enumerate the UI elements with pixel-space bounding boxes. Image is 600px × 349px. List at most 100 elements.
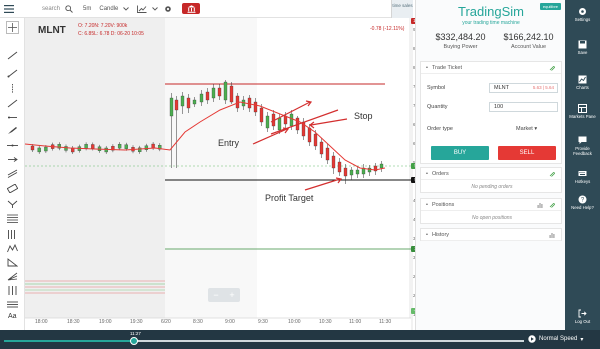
zoom-control: − + [208,288,240,302]
symbol-label: Symbol [427,85,446,91]
paperclip-icon[interactable] [549,171,555,177]
ruler-icon[interactable] [7,184,18,193]
gann-icon[interactable] [7,230,18,239]
order-type-select[interactable]: Market ▾ [516,126,537,132]
positions-section: • Positions No open positions [420,198,562,224]
nav-markets-pane[interactable]: Markets Pane [565,104,600,119]
pitchfork-icon[interactable] [7,200,18,209]
candle [367,165,372,176]
search-icon[interactable] [65,4,73,13]
history-section: • History [420,228,562,241]
time-tick-label: 8:30 [193,319,203,325]
time-tick-label: 19:00 [99,319,112,325]
nav-hotkeys-label: Hotkeys [574,179,591,184]
speed-control[interactable]: Normal Speed ▾ [528,335,583,343]
nav-log-out[interactable]: Log Out [565,309,600,324]
sell-button[interactable]: SELL [498,146,556,160]
bar-chart-icon[interactable] [549,232,555,238]
zoom-out-button[interactable]: − [213,290,218,300]
time-tick-label: 18:00 [35,319,48,325]
quantity-field[interactable]: 100 [489,102,558,112]
nav-hotkeys[interactable]: Hotkeys [565,169,600,184]
triangle-icon[interactable] [7,258,18,267]
history-title: History [431,231,450,238]
symbol-label: MLNT [38,25,66,36]
menu-icon[interactable] [4,4,14,13]
arrow-line-icon[interactable] [7,155,18,164]
fan-icon[interactable] [7,272,18,281]
time-tick-label: 19:30 [130,319,143,325]
help-icon: ? [578,195,587,204]
institution-button[interactable] [182,3,201,14]
paperclip-icon[interactable] [549,65,555,71]
paperclip-icon[interactable] [549,202,555,208]
trade-ticket-header[interactable]: • Trade Ticket [421,62,561,74]
time-tick-label: 9:00 [225,319,235,325]
text-tool[interactable]: Aa [8,313,19,322]
price-chart[interactable]: MLNT O: 7.20N: 7.20V: 900k C: 6.85L: 6.7… [25,18,426,330]
symbol-field[interactable]: MLNT 5.63 | 5.64 [489,83,558,93]
candle [343,164,348,184]
vertical-line-icon[interactable] [7,84,18,93]
nav-settings[interactable]: Settings [565,7,600,22]
feedback-icon [578,136,587,144]
buying-power-label: Buying Power [443,44,478,50]
chart-canvas[interactable] [25,18,413,330]
horizontal-ray-icon[interactable] [7,113,18,122]
orders-header[interactable]: • Orders [421,168,561,180]
time-tick-label: 9:30 [258,319,268,325]
brush-icon[interactable] [7,126,18,135]
positions-header[interactable]: • Positions [421,199,561,211]
nav-charts[interactable]: Charts [565,75,600,90]
crosshair-icon[interactable] [6,21,19,34]
pattern-icon[interactable] [7,244,18,253]
candle [337,158,342,176]
time-sales-button[interactable]: time sales [391,0,413,18]
parallel-channel-icon[interactable] [7,169,18,178]
time-tick-label: 11:00 [349,319,362,325]
chart-style-select[interactable]: Candle [99,6,118,12]
trend-line-icon[interactable] [7,51,18,60]
keyboard-icon [578,171,587,176]
candle [331,152,336,174]
side-navigation: Settings Save Charts Markets Pane Provid… [565,0,600,330]
interval-select[interactable]: 5m [83,6,91,12]
nav-settings-label: Settings [574,17,591,22]
premarket-shade [25,18,165,318]
candle [319,138,324,158]
buy-button[interactable]: BUY [431,146,489,160]
nav-need-help[interactable]: ? Need Help? [565,195,600,210]
horizontal-line-icon[interactable] [7,141,18,150]
nav-save[interactable]: Save [565,40,600,55]
candle [349,167,354,180]
levels-icon[interactable] [7,300,18,309]
indicators-icon[interactable] [137,5,147,13]
account-value-label: Account Value [510,44,547,50]
extended-line-icon[interactable] [7,99,18,108]
candle [301,118,306,140]
history-header[interactable]: • History [421,229,561,241]
candle [265,112,270,132]
chevron-down-icon[interactable] [123,6,130,11]
positions-empty: No open positions [471,215,513,221]
fibonacci-icon[interactable] [7,214,18,223]
nav-provide-feedback[interactable]: Provide Feedback [565,136,600,156]
trade-panel: equilibre TradingSim your trading time m… [415,0,565,330]
gear-icon[interactable] [164,5,172,13]
zoom-in-button[interactable]: + [229,290,234,300]
ray-line-icon[interactable] [7,69,18,78]
ohlc-readout-1: O: 7.20N: 7.20V: 900k [78,23,128,29]
bar-chart-icon[interactable] [537,202,543,208]
columns-icon[interactable] [7,286,18,295]
drawing-toolbar: Aa [0,18,25,330]
play-icon[interactable] [528,335,536,343]
symbol-search-input[interactable]: search [42,6,60,12]
logout-icon [578,309,587,318]
timeline-handle[interactable] [130,337,138,345]
speed-label: Normal Speed [539,336,578,342]
trading-app: search 5m Candle time sales Aa MLNT O: 7… [0,0,600,349]
positions-title: Positions [431,201,455,208]
chevron-down-icon[interactable] [152,6,159,11]
brand-tagline: your trading time machine [462,20,520,26]
time-tick-label: 11:30 [379,319,392,325]
